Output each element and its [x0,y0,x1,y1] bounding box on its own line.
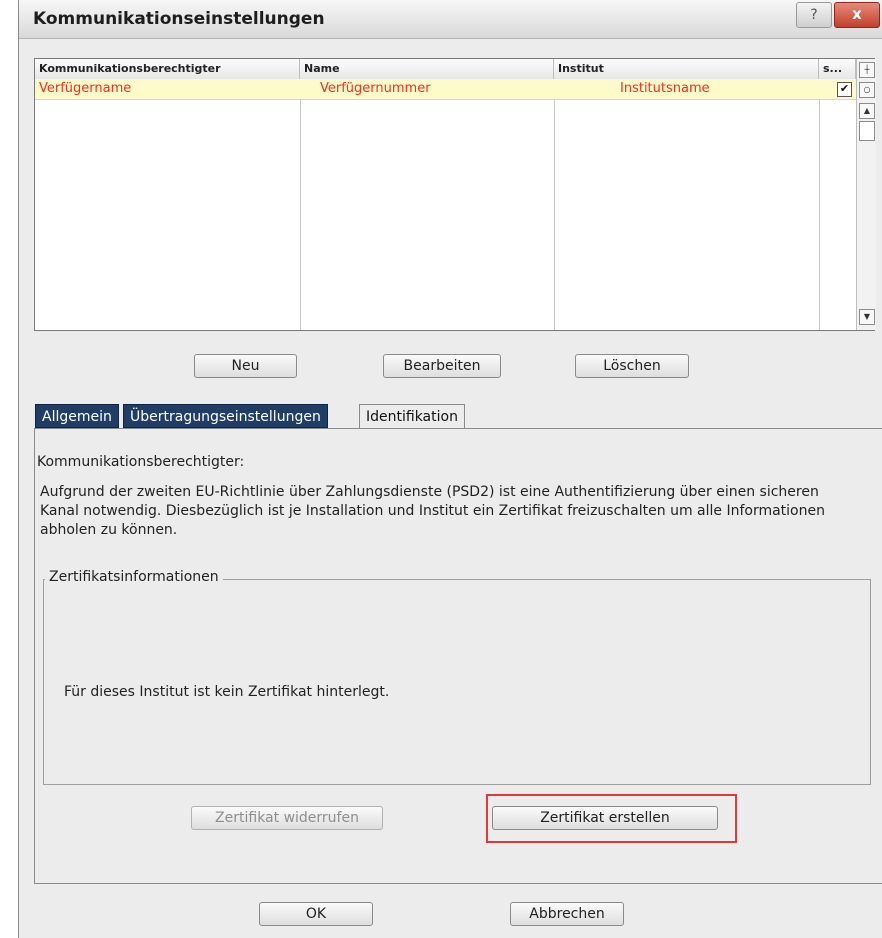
revoke-certificate-button[interactable]: Zertifikat widerrufen [191,806,383,830]
tab-allgemein[interactable]: Allgemein [35,404,119,428]
column-header-institut[interactable]: Institut [554,59,819,79]
delete-button[interactable]: Löschen [575,354,689,378]
settings-icon[interactable]: ○ [859,82,875,98]
ok-button[interactable]: OK [259,902,373,926]
table-row[interactable]: Verfügername Verfügernummer Institutsnam… [35,79,856,100]
row-checkbox[interactable]: ✔ [837,82,852,97]
list-header: Kommunikationsberechtigter Name Institut… [35,59,856,80]
cell-institut: Institutsname [620,81,710,96]
no-certificate-message: Für dieses Institut ist kein Zertifikat … [64,684,390,700]
recipient-label: Kommunikationsberechtigter: [37,454,245,470]
window-title: Kommunikationseinstellungen [33,9,325,29]
edit-button[interactable]: Bearbeiten [383,354,501,378]
close-button[interactable]: x [834,2,880,28]
create-certificate-button[interactable]: Zertifikat erstellen [492,806,718,830]
column-header-s[interactable]: s... [819,59,856,79]
certificate-group-title: Zertifikatsinformationen [45,569,223,585]
column-divider [300,79,301,330]
help-button[interactable]: ? [796,2,832,28]
scroll-down-icon[interactable]: ▼ [859,309,875,325]
cell-kommunikationsberechtigter: Verfügername [39,81,132,96]
cancel-button[interactable]: Abbrechen [510,902,624,926]
new-button[interactable]: Neu [194,354,297,378]
psd2-description: Aufgrund der zweiten EU-Richtlinie über … [40,484,825,538]
column-header-name[interactable]: Name [300,59,554,79]
scroll-thumb[interactable] [859,121,875,141]
tab-identifikation[interactable]: Identifikation [359,404,465,429]
communication-list: Kommunikationsberechtigter Name Institut… [34,58,876,331]
scroll-up-icon[interactable]: ▲ [859,103,875,119]
title-bar: Kommunikationseinstellungen ? x [19,0,882,39]
column-chooser-icon[interactable]: ┼ [859,62,875,78]
column-divider [554,79,555,330]
column-header-kommunikationsberechtigter[interactable]: Kommunikationsberechtigter [35,59,300,79]
dialog-window: Kommunikationseinstellungen ? x Kommunik… [18,0,882,938]
cell-name: Verfügernummer [320,81,431,96]
column-divider [819,79,820,330]
tab-uebertragungseinstellungen[interactable]: Übertragungseinstellungen [123,404,328,428]
vertical-scrollbar[interactable]: ┼ ○ ▲ ▼ [856,59,876,330]
certificate-groupbox [43,579,871,785]
